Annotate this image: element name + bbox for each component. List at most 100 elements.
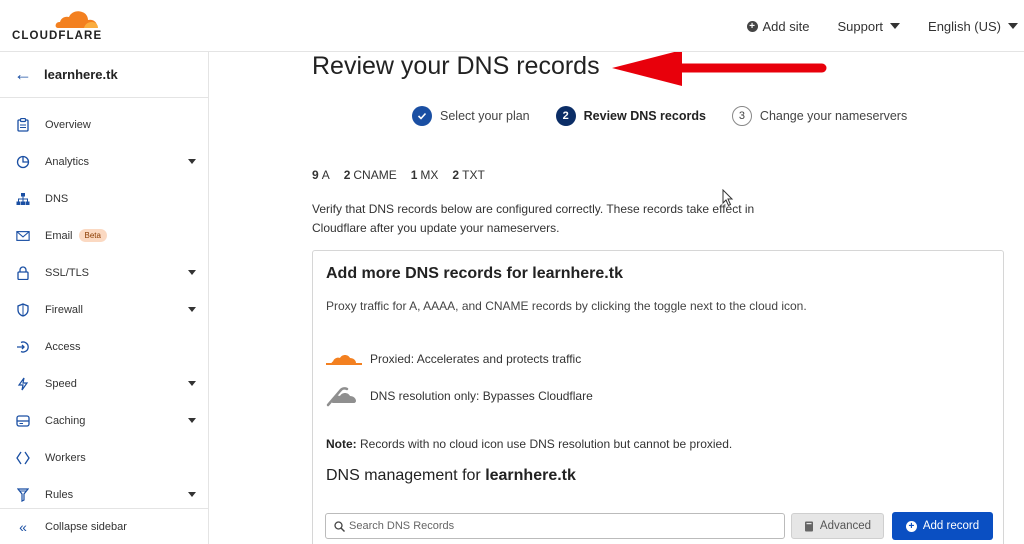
language-menu[interactable]: English (US)	[928, 19, 1018, 34]
main-content: Review your DNS records Select your plan…	[210, 52, 1024, 544]
back-arrow-icon[interactable]: ←	[14, 64, 44, 85]
progress-steps: Select your plan 2 Review DNS records 3 …	[412, 106, 933, 126]
email-icon	[16, 229, 30, 243]
funnel-icon	[16, 487, 30, 502]
collapse-sidebar-label: Collapse sidebar	[45, 520, 127, 533]
count-txt: 2 TXT	[452, 168, 485, 182]
caret-down-icon	[188, 159, 196, 164]
clipboard-icon	[16, 117, 30, 132]
sidebar-item-dns[interactable]: DNS	[0, 180, 208, 217]
sidebar-item-label: Overview	[45, 118, 91, 131]
search-dns-input[interactable]	[349, 520, 769, 532]
mgmt-domain: learnhere.tk	[485, 467, 576, 484]
proxied-cloud-icon	[326, 355, 362, 365]
note-text: Records with no cloud icon use DNS resol…	[360, 437, 733, 451]
site-name: learnhere.tk	[44, 67, 118, 82]
plus-circle-icon: +	[746, 20, 758, 32]
workers-icon	[16, 451, 30, 465]
top-header: CLOUDFLARE + Add site Support English (U…	[0, 0, 1024, 52]
advanced-label: Advanced	[819, 520, 872, 532]
sidebar-item-email[interactable]: Email Beta	[0, 217, 208, 254]
card-title: Add more DNS records for learnhere.tk	[326, 265, 623, 282]
step-number: 2	[555, 106, 576, 126]
advanced-button[interactable]: Advanced	[791, 513, 884, 539]
dns-only-label: DNS resolution only: Bypasses Cloudflare	[370, 389, 593, 403]
add-record-label: Add record	[922, 520, 980, 532]
add-site-label: Add site	[762, 18, 810, 34]
pie-chart-icon	[16, 155, 30, 169]
step-number: 3	[731, 106, 752, 126]
site-header: ← learnhere.tk	[0, 52, 208, 98]
collapse-sidebar-button[interactable]: « Collapse sidebar	[0, 508, 208, 544]
sidebar-item-label: Firewall	[45, 303, 83, 316]
caret-down-icon	[1008, 23, 1018, 29]
proxy-note: Note: Records with no cloud icon use DNS…	[326, 437, 732, 451]
sidebar-nav: Overview Analytics DNS Email Beta SSL/TL…	[0, 98, 208, 513]
dns-records-card: Add more DNS records for learnhere.tk Pr…	[312, 250, 1004, 544]
sidebar-item-label: Workers	[45, 451, 86, 464]
count-a: 9A	[312, 168, 330, 182]
book-icon	[804, 521, 813, 531]
page-title: Review your DNS records	[312, 52, 600, 80]
logo-wordmark: CLOUDFLARE	[12, 30, 103, 42]
note-label: Note:	[326, 437, 357, 451]
sidebar: ← learnhere.tk Overview Analytics DNS Em…	[0, 52, 209, 544]
step-label: Select your plan	[440, 109, 530, 123]
mgmt-prefix: DNS management for	[326, 467, 481, 484]
annotation-arrow-icon	[612, 52, 827, 86]
legend-proxied: Proxied: Accelerates and protects traffi…	[326, 350, 581, 368]
access-icon	[16, 340, 30, 354]
record-counts: 9A 2 CNAME 1 MX 2 TXT	[312, 168, 485, 182]
caret-down-icon	[188, 307, 196, 312]
search-icon	[334, 520, 345, 532]
network-icon	[16, 192, 30, 206]
lightning-icon	[16, 377, 30, 391]
legend-dns-only: DNS resolution only: Bypasses Cloudflare	[326, 385, 593, 407]
sidebar-item-label: Speed	[45, 377, 77, 390]
count-mx: 1 MX	[410, 168, 439, 182]
step-label: Change your nameservers	[759, 109, 908, 123]
sidebar-item-ssl-tls[interactable]: SSL/TLS	[0, 254, 208, 291]
proxy-description: Proxy traffic for A, AAAA, and CNAME rec…	[326, 299, 807, 313]
proxied-label: Proxied: Accelerates and protects traffi…	[370, 352, 582, 366]
sidebar-item-label: Email	[45, 229, 73, 242]
sidebar-item-overview[interactable]: Overview	[0, 106, 208, 143]
caret-down-icon	[188, 381, 196, 386]
caret-down-icon	[188, 270, 196, 275]
sidebar-item-label: Access	[45, 340, 81, 353]
step-select-plan: Select your plan	[412, 106, 530, 126]
cloud-logo-icon	[55, 11, 98, 28]
count-cname: 2 CNAME	[343, 168, 397, 182]
support-label: Support	[837, 18, 884, 34]
sidebar-item-label: Analytics	[45, 155, 90, 168]
step-review-dns: 2 Review DNS records	[555, 106, 706, 126]
sidebar-item-caching[interactable]: Caching	[0, 402, 208, 439]
step-change-nameservers: 3 Change your nameservers	[731, 106, 908, 126]
sidebar-item-workers[interactable]: Workers	[0, 439, 208, 476]
caret-down-icon	[188, 418, 196, 423]
step-label: Review DNS records	[583, 109, 706, 123]
search-box	[325, 513, 785, 539]
sidebar-item-label: SSL/TLS	[45, 266, 90, 279]
verify-description: Verify that DNS records below are config…	[312, 202, 755, 235]
checkmark-icon	[412, 106, 432, 126]
sidebar-item-analytics[interactable]: Analytics	[0, 143, 208, 180]
support-menu[interactable]: Support	[837, 18, 901, 34]
sidebar-item-label: Rules	[45, 488, 74, 501]
double-chevron-left-icon: «	[19, 518, 27, 535]
sidebar-item-access[interactable]: Access	[0, 328, 208, 365]
add-record-button[interactable]: + Add record	[892, 512, 993, 540]
sidebar-item-label: Caching	[45, 414, 86, 427]
dns-management-heading: DNS management for learnhere.tk	[326, 467, 576, 485]
sidebar-item-label: DNS	[45, 192, 69, 205]
lock-icon	[16, 265, 30, 280]
plus-circle-icon: +	[905, 520, 917, 532]
sidebar-item-firewall[interactable]: Firewall	[0, 291, 208, 328]
caret-down-icon	[890, 23, 901, 29]
language-label: English (US)	[928, 18, 1001, 34]
add-site-link[interactable]: + Add site	[746, 18, 810, 34]
cloudflare-logo[interactable]: CLOUDFLARE	[12, 8, 102, 44]
beta-badge: Beta	[78, 229, 107, 242]
sidebar-item-speed[interactable]: Speed	[0, 365, 208, 402]
shield-icon	[16, 302, 30, 317]
